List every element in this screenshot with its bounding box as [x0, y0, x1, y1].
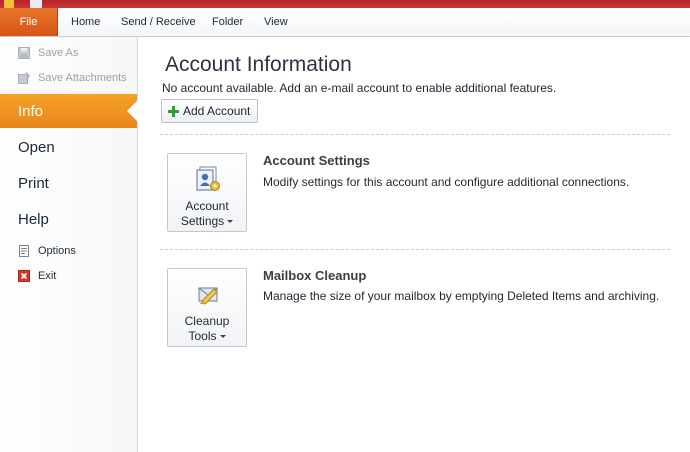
cleanup-tools-line1: Cleanup: [184, 314, 230, 328]
account-settings-button-label: Account Settings: [168, 199, 246, 229]
section-divider: [160, 134, 670, 135]
add-icon: [168, 105, 179, 117]
cleanup-tools-icon: [194, 280, 222, 308]
backstage-nav: Save As Save Attachments Info Open Print…: [0, 37, 138, 452]
tab-home[interactable]: Home: [71, 8, 100, 36]
cleanup-tools-button[interactable]: Cleanup Tools: [167, 268, 247, 347]
window-titlebar: [0, 0, 690, 8]
nav-save-as[interactable]: Save As: [18, 44, 78, 62]
cleanup-tools-line2-wrap: Tools: [168, 329, 246, 344]
cleanup-tools-line2: Tools: [188, 329, 217, 343]
ribbon-tab-bar: File Home Send / Receive Folder View: [0, 8, 690, 37]
nav-open-label: Open: [18, 138, 55, 156]
dropdown-caret-icon: [227, 220, 234, 224]
backstage-content: Account Information No account available…: [138, 37, 690, 452]
account-settings-line2-wrap: Settings: [168, 214, 246, 229]
add-account-label: Add Account: [183, 104, 251, 118]
options-icon: [18, 245, 30, 257]
nav-print-label: Print: [18, 174, 49, 192]
tab-folder[interactable]: Folder: [212, 8, 243, 36]
selected-pointer-arrow: [127, 100, 138, 122]
page-title: Account Information: [165, 53, 352, 76]
tab-view[interactable]: View: [264, 8, 288, 36]
nav-print[interactable]: Print: [0, 166, 137, 200]
nav-options[interactable]: Options: [18, 242, 76, 260]
tab-file[interactable]: File: [0, 8, 58, 36]
nav-options-label: Options: [38, 245, 76, 257]
save-as-icon: [18, 47, 30, 59]
page-subtitle: No account available. Add an e-mail acco…: [162, 81, 557, 95]
nav-open[interactable]: Open: [0, 130, 137, 164]
nav-help[interactable]: Help: [0, 202, 137, 236]
tab-send-receive[interactable]: Send / Receive: [121, 8, 196, 36]
account-settings-line1: Account: [185, 199, 229, 213]
nav-save-attachments[interactable]: Save Attachments: [18, 69, 127, 87]
dropdown-caret-icon: [219, 335, 226, 339]
mailbox-cleanup-title: Mailbox Cleanup: [263, 268, 367, 283]
account-settings-button[interactable]: Account Settings: [167, 153, 247, 232]
nav-save-as-label: Save As: [38, 47, 79, 59]
nav-help-label: Help: [18, 210, 49, 228]
account-settings-icon: [194, 165, 222, 193]
nav-save-attachments-label: Save Attachments: [38, 72, 127, 84]
nav-info[interactable]: Info: [0, 94, 138, 128]
cleanup-tools-button-label: Cleanup Tools: [168, 314, 246, 344]
nav-info-label: Info: [18, 102, 44, 120]
nav-exit-label: Exit: [38, 270, 57, 282]
section-divider: [160, 249, 670, 250]
nav-exit[interactable]: Exit: [18, 267, 56, 285]
add-account-button[interactable]: Add Account: [161, 99, 259, 123]
mailbox-cleanup-description: Manage the size of your mailbox by empty…: [263, 289, 660, 303]
account-settings-title: Account Settings: [263, 153, 370, 168]
account-settings-description: Modify settings for this account and con…: [263, 175, 630, 189]
quick-access-save-icon[interactable]: [30, 0, 42, 8]
save-attachments-icon: [18, 72, 31, 84]
app-icon[interactable]: [4, 0, 14, 8]
account-settings-line2: Settings: [180, 214, 225, 228]
exit-icon: [18, 270, 30, 282]
